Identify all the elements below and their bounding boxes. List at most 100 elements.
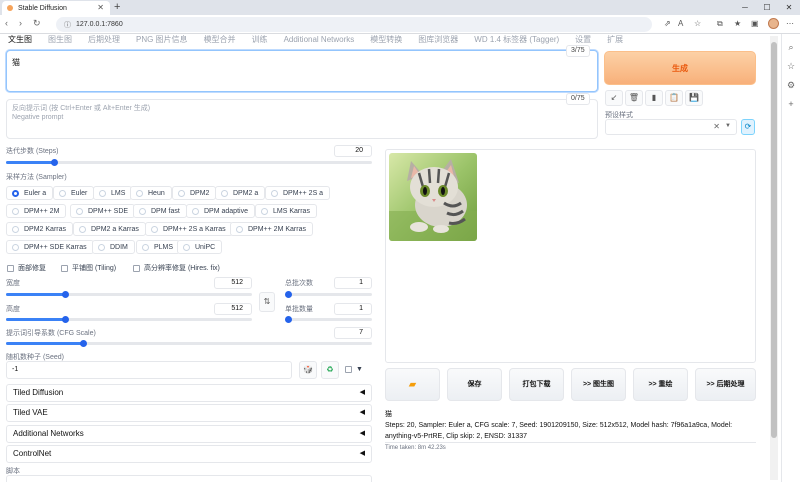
save-style-icon[interactable]: 💾 (685, 90, 703, 106)
steps-slider[interactable] (6, 161, 372, 164)
tab-txt2img[interactable]: 文生图 (8, 34, 32, 45)
sampler-option[interactable]: DPM++ SDE Karras (6, 240, 94, 254)
read-params-icon[interactable]: ↙ (605, 90, 623, 106)
save-button[interactable]: 保存 (447, 368, 502, 401)
clipboard-icon[interactable]: 📋 (665, 90, 683, 106)
tab-merge[interactable]: 模型合并 (204, 34, 236, 45)
address-bar[interactable]: ⓘ 127.0.0.1:7860 (56, 17, 652, 32)
tab-tagger[interactable]: WD 1.4 标签器 (Tagger) (474, 34, 559, 45)
tools-icon[interactable]: ⚙ (782, 80, 800, 91)
width-slider-knob[interactable] (62, 291, 69, 298)
hires-fix-checkbox[interactable]: 高分辨率修复 (Hires. fix) (133, 263, 220, 273)
script-dropdown[interactable] (6, 475, 372, 482)
extra-seed-checkbox[interactable]: ▼ (345, 366, 363, 373)
scrollbar-thumb[interactable] (771, 42, 777, 438)
info-icon[interactable]: ⓘ (64, 20, 71, 30)
sampler-option[interactable]: LMS Karras (255, 204, 317, 218)
bookmark-star-icon[interactable]: ☆ (694, 19, 701, 28)
favorites-icon[interactable]: ★ (734, 19, 741, 28)
width-value[interactable]: 512 (214, 277, 252, 289)
random-seed-icon[interactable]: 🎲 (299, 361, 317, 379)
new-tab-icon[interactable]: + (114, 1, 120, 13)
zip-download-button[interactable]: 打包下载 (509, 368, 564, 401)
steps-slider-knob[interactable] (51, 159, 58, 166)
share-icon[interactable]: ⇗ (664, 19, 671, 28)
send-to-extras-button[interactable]: >> 后期处理 (695, 368, 756, 401)
tab-png-info[interactable]: PNG 图片信息 (136, 34, 188, 45)
batch-size-value[interactable]: 1 (334, 303, 372, 315)
sampler-option[interactable]: LMS (93, 186, 133, 200)
style-dropdown[interactable]: ✕ ▼ (605, 119, 737, 135)
generated-image[interactable] (389, 153, 477, 241)
tiling-checkbox[interactable]: 平铺图 (Tiling) (61, 263, 116, 273)
zoom-icon[interactable]: A (678, 19, 683, 28)
sampler-option[interactable]: DPM++ 2S a (265, 186, 331, 200)
tab-img2img[interactable]: 图生图 (48, 34, 72, 45)
accordion-additional-networks[interactable]: Additional Networks ◀ (6, 425, 372, 443)
trash-icon[interactable]: 🗑 (625, 90, 643, 106)
close-tab-icon[interactable]: ✕ (97, 3, 104, 12)
sampler-option[interactable]: DPM++ 2S a Karras (145, 222, 233, 236)
forward-icon[interactable]: › (19, 18, 22, 28)
sampler-option[interactable]: DPM2 Karras (6, 222, 74, 236)
window-close-icon[interactable]: ✕ (778, 0, 800, 15)
tab-settings[interactable]: 设置 (575, 34, 591, 45)
sampler-option[interactable]: PLMS (136, 240, 181, 254)
batch-size-slider[interactable] (285, 318, 372, 321)
avatar[interactable] (768, 18, 779, 29)
sampler-option[interactable]: DPM++ 2M (6, 204, 67, 218)
accordion-tiled-vae[interactable]: Tiled VAE ◀ (6, 404, 372, 422)
search-icon[interactable]: ⌕ (782, 42, 800, 53)
steps-value[interactable]: 20 (334, 145, 372, 157)
batch-count-slider[interactable] (285, 293, 372, 296)
sampler-option[interactable]: DPM2 a (215, 186, 266, 200)
height-slider-knob[interactable] (62, 316, 69, 323)
send-to-inpaint-button[interactable]: >> 重绘 (633, 368, 688, 401)
cfg-slider-knob[interactable] (80, 340, 87, 347)
tab-extensions[interactable]: 扩展 (607, 34, 623, 45)
seed-input[interactable]: -1 (6, 361, 292, 379)
reload-icon[interactable]: ↻ (33, 18, 41, 29)
send-to-img2img-button[interactable]: >> 图生图 (571, 368, 626, 401)
tab-gallery[interactable]: 图库浏览器 (418, 34, 458, 45)
batch-count-slider-knob[interactable] (285, 291, 292, 298)
accordion-controlnet[interactable]: ControlNet ◀ (6, 445, 372, 463)
clear-icon[interactable]: ✕ (713, 122, 720, 131)
sampler-option[interactable]: DDIM (92, 240, 135, 254)
sampler-option[interactable]: DPM++ SDE (70, 204, 136, 218)
generate-button[interactable]: 生成 (604, 51, 756, 85)
sampler-option[interactable]: UniPC (177, 240, 223, 254)
browser-tab[interactable]: Stable Diffusion ✕ (2, 1, 110, 15)
sampler-option[interactable]: Euler (53, 186, 95, 200)
sampler-option[interactable]: DPM2 a Karras (73, 222, 146, 236)
more-icon[interactable]: ⋯ (786, 19, 794, 28)
prompt-input[interactable]: 猫 (6, 50, 598, 92)
maximize-icon[interactable]: ☐ (756, 0, 778, 15)
sampler-option[interactable]: Euler a (6, 186, 54, 200)
back-icon[interactable]: ‹ (5, 18, 8, 28)
negative-prompt-input[interactable]: 反向提示词 (按 Ctrl+Enter 或 Alt+Enter 生成) Nega… (6, 99, 598, 139)
minimize-icon[interactable]: ─ (734, 0, 756, 15)
sampler-option[interactable]: DPM++ 2M Karras (230, 222, 313, 236)
open-folder-button[interactable]: ▰ (385, 368, 440, 401)
sampler-option[interactable]: DPM adaptive (186, 204, 255, 218)
accordion-tiled-diffusion[interactable]: Tiled Diffusion ◀ (6, 384, 372, 402)
height-value[interactable]: 512 (214, 303, 252, 315)
face-restore-checkbox[interactable]: 面部修复 (7, 263, 46, 273)
tab-train[interactable]: 训练 (252, 34, 268, 45)
swap-dimensions-button[interactable]: ⇅ (259, 292, 275, 312)
reuse-seed-icon[interactable]: ♻ (321, 361, 339, 379)
batch-count-value[interactable]: 1 (334, 277, 372, 289)
sampler-option[interactable]: DPM fast (133, 204, 187, 218)
batch-size-slider-knob[interactable] (285, 316, 292, 323)
split-icon[interactable]: ⧉ (717, 19, 723, 29)
sampler-option[interactable]: DPM2 (172, 186, 217, 200)
tab-additional-networks[interactable]: Additional Networks (284, 34, 355, 45)
sampler-option[interactable]: Heun (130, 186, 172, 200)
extra-networks-icon[interactable]: ▮ (645, 90, 663, 106)
favorites-sidebar-icon[interactable]: ☆ (782, 61, 800, 72)
cfg-value[interactable]: 7 (334, 327, 372, 339)
tab-convert[interactable]: 模型转换 (370, 34, 402, 45)
add-icon[interactable]: + (782, 99, 800, 109)
tab-extras[interactable]: 后期处理 (88, 34, 120, 45)
